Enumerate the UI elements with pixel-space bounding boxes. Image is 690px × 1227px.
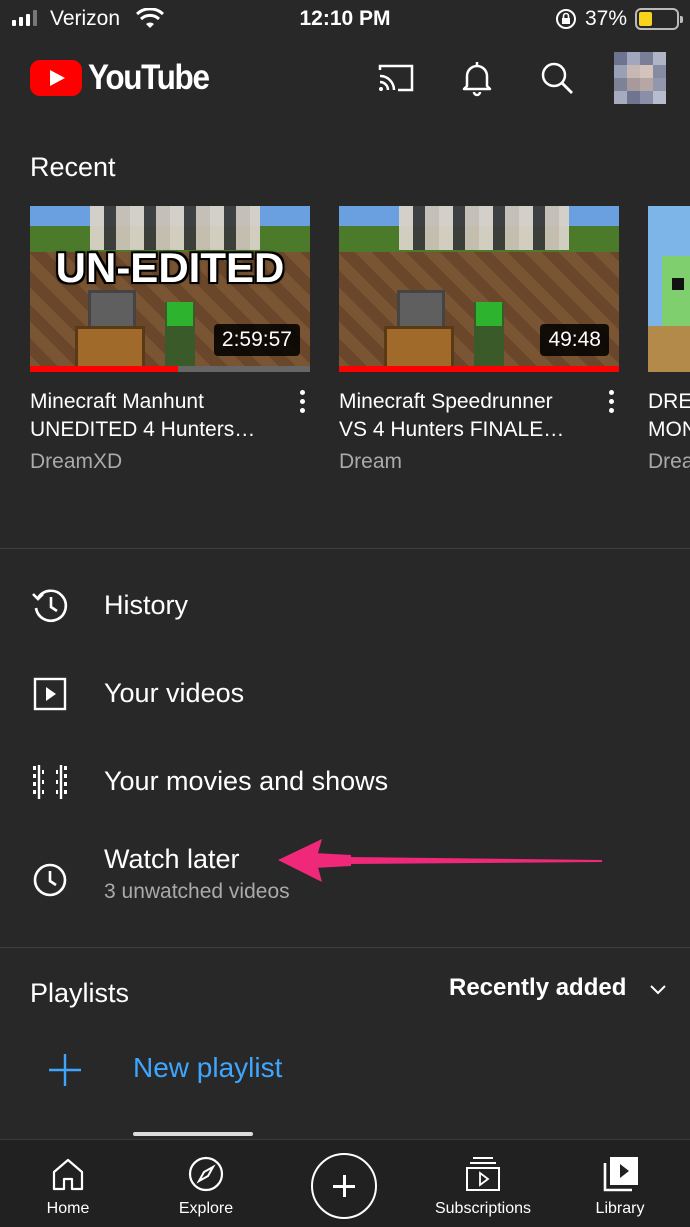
recent-videos-carousel[interactable]: UN-EDITED 2:59:57 Minecraft Manhunt UNED… (30, 206, 690, 476)
video-title[interactable]: DRE MON (648, 388, 690, 444)
annotation-arrow-icon (278, 839, 602, 882)
library-item-sublabel: 3 unwatched videos (104, 880, 290, 903)
video-title[interactable]: Minecraft Speedrunner VS 4 Hunters FINAL… (339, 388, 589, 444)
library-item-movies-shows[interactable]: Your movies and shows (0, 742, 690, 822)
video-title[interactable]: Minecraft Manhunt UNEDITED 4 Hunters… (30, 388, 280, 444)
rotation-lock-icon (556, 9, 576, 29)
film-strip-icon (33, 765, 67, 799)
battery-fill (639, 12, 652, 26)
battery-icon (635, 8, 683, 30)
nav-label: Explore (178, 1200, 234, 1217)
home-icon (52, 1158, 84, 1191)
recent-video-card[interactable]: DRE MON Drea (648, 206, 690, 474)
nav-home[interactable]: Home (18, 1140, 118, 1227)
watch-progress-fill (339, 366, 619, 372)
compass-icon (188, 1156, 224, 1192)
cast-icon[interactable] (376, 58, 416, 98)
video-thumbnail[interactable]: UN-EDITED 2:59:57 (30, 206, 310, 372)
youtube-play-icon (30, 60, 82, 96)
recent-video-card[interactable]: 49:48 Minecraft Speedrunner VS 4 Hunters… (339, 206, 619, 474)
notifications-icon[interactable] (457, 58, 497, 98)
video-channel: Dream (339, 450, 403, 473)
bottom-navigation: Home Explore Subscriptions Library (0, 1139, 690, 1227)
watch-progress-bar (30, 366, 310, 372)
create-plus-icon[interactable] (311, 1153, 377, 1219)
new-playlist-button[interactable]: New playlist (133, 1052, 282, 1084)
divider (0, 548, 690, 549)
thumbnail-overlay-text: UN-EDITED (55, 244, 285, 291)
video-duration: 2:59:57 (213, 324, 300, 356)
search-icon[interactable] (537, 58, 577, 98)
library-item-history[interactable]: History (0, 566, 690, 646)
library-icon (603, 1157, 638, 1192)
subscriptions-icon (466, 1157, 500, 1191)
playlists-heading: Playlists (30, 978, 130, 1008)
nav-label: Library (595, 1200, 645, 1217)
nav-label: Subscriptions (434, 1200, 532, 1217)
playlist-sort-dropdown[interactable]: Recently added (449, 974, 626, 1002)
video-channel: DreamXD (30, 450, 123, 473)
nav-library[interactable]: Library (570, 1140, 670, 1227)
history-icon (32, 589, 68, 623)
app-header: YouTube (0, 48, 690, 110)
more-options-icon[interactable] (292, 390, 312, 420)
nav-label: Home (46, 1200, 90, 1217)
youtube-wordmark: YouTube (88, 58, 210, 97)
library-item-your-videos[interactable]: Your videos (0, 654, 690, 734)
video-thumbnail[interactable]: 49:48 (339, 206, 619, 372)
nav-explore[interactable]: Explore (156, 1140, 256, 1227)
video-thumbnail[interactable] (648, 206, 690, 372)
video-channel: Drea (648, 450, 690, 473)
library-item-label: Watch later (104, 844, 240, 874)
library-item-label: History (104, 590, 189, 620)
recent-heading: Recent (30, 152, 116, 182)
library-item-label: Your movies and shows (104, 766, 389, 796)
status-bar: Verizon 12:10 PM 37% (0, 0, 690, 40)
plus-icon[interactable] (47, 1052, 83, 1088)
youtube-logo[interactable]: YouTube (30, 58, 222, 98)
recent-video-card[interactable]: UN-EDITED 2:59:57 Minecraft Manhunt UNED… (30, 206, 310, 474)
library-item-label: Your videos (104, 678, 245, 708)
nav-subscriptions[interactable]: Subscriptions (422, 1140, 544, 1227)
clock-icon (33, 863, 67, 897)
more-options-icon[interactable] (601, 390, 621, 420)
chevron-down-icon[interactable] (648, 980, 668, 1000)
avatar[interactable] (614, 52, 666, 104)
play-square-icon (33, 677, 67, 711)
battery-percent: 37% (585, 7, 628, 30)
divider (0, 947, 690, 948)
video-duration: 49:48 (540, 324, 609, 356)
watch-progress-fill (30, 366, 179, 372)
watch-progress-bar (339, 366, 619, 372)
